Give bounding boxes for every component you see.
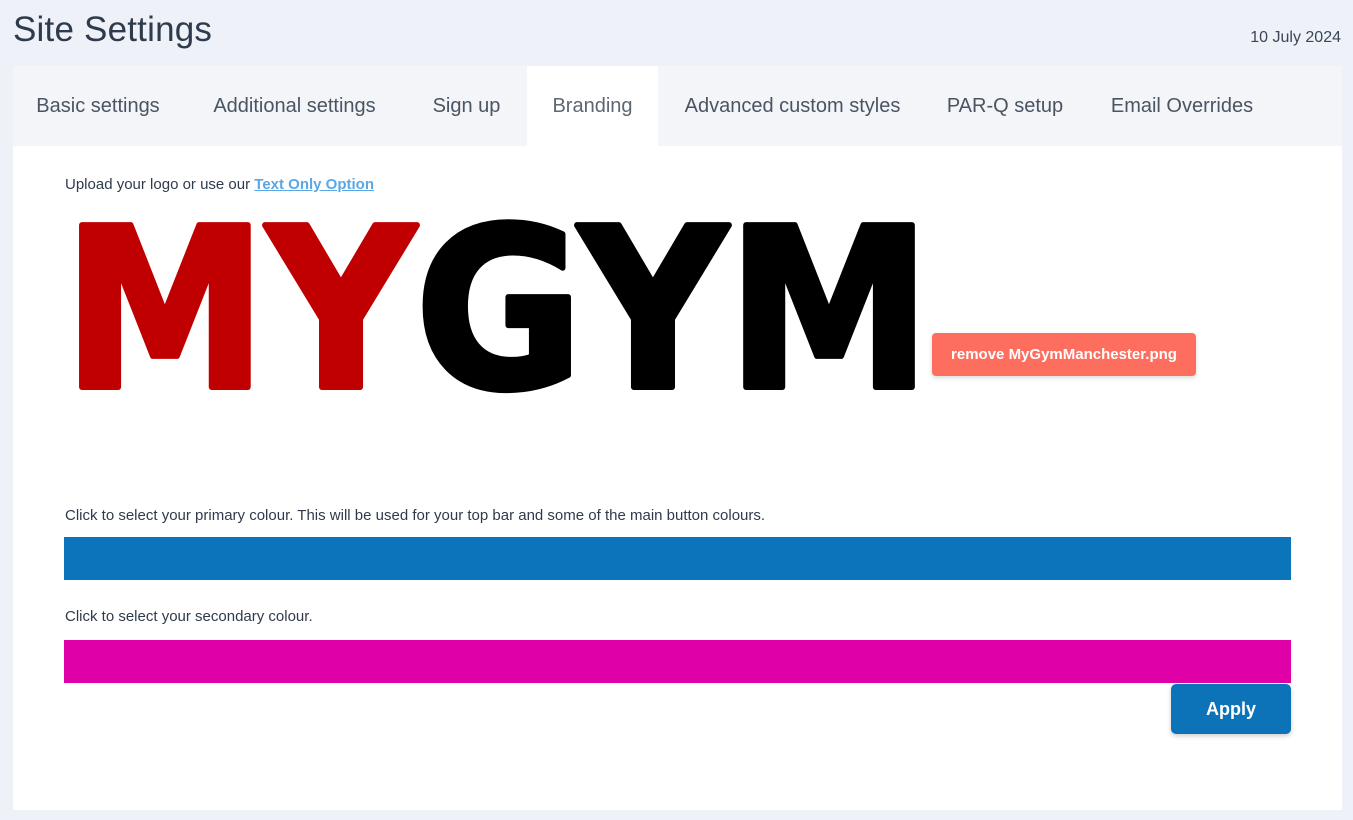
text-only-option-link[interactable]: Text Only Option xyxy=(254,176,374,193)
settings-panel: Basic settings Additional settings Sign … xyxy=(13,66,1342,810)
logo-text-my: MY xyxy=(63,204,417,394)
tab-sign-up[interactable]: Sign up xyxy=(406,66,527,146)
tab-advanced-custom-styles[interactable]: Advanced custom styles xyxy=(658,66,927,146)
remove-logo-button[interactable]: remove MyGymManchester.png xyxy=(932,333,1196,376)
upload-prompt: Upload your logo or use our Text Only Op… xyxy=(65,176,374,193)
current-date: 10 July 2024 xyxy=(1250,29,1341,46)
tab-email-overrides[interactable]: Email Overrides xyxy=(1083,66,1281,146)
branding-content: Upload your logo or use our Text Only Op… xyxy=(13,146,1342,810)
primary-colour-label: Click to select your primary colour. Thi… xyxy=(65,507,766,524)
gym-logo-image: MYGYM xyxy=(63,204,933,394)
tab-branding[interactable]: Branding xyxy=(527,66,658,146)
apply-button[interactable]: Apply xyxy=(1171,684,1291,734)
svg-text:MYGYM: MYGYM xyxy=(63,204,931,394)
upload-prompt-text: Upload your logo or use our xyxy=(65,176,255,193)
logo-text-gym: GYM xyxy=(415,204,931,394)
tab-additional-settings[interactable]: Additional settings xyxy=(183,66,406,146)
tab-bar: Basic settings Additional settings Sign … xyxy=(13,66,1342,146)
secondary-colour-picker[interactable] xyxy=(64,640,1291,683)
tab-parq-setup[interactable]: PAR-Q setup xyxy=(927,66,1083,146)
primary-colour-picker[interactable] xyxy=(64,537,1291,580)
tab-basic-settings[interactable]: Basic settings xyxy=(13,66,183,146)
page-title: Site Settings xyxy=(13,10,213,49)
secondary-colour-label: Click to select your secondary colour. xyxy=(65,608,313,625)
